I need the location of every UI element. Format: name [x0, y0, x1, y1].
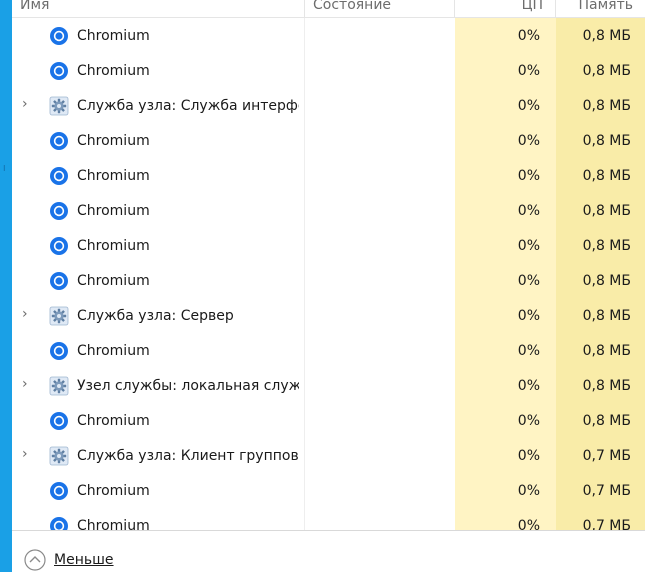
background-window-accent: ⁝	[0, 0, 12, 572]
memory-value: 0,8 МБ	[582, 378, 631, 394]
process-name: Служба узла: Сервер	[77, 308, 234, 324]
chevron-up-circle-icon	[24, 549, 46, 571]
process-name: Chromium	[77, 133, 150, 149]
process-name: Chromium	[77, 63, 150, 79]
chromium-icon	[49, 411, 69, 431]
memory-value: 0,8 МБ	[582, 28, 631, 44]
memory-value: 0,8 МБ	[582, 238, 631, 254]
cpu-value: 0%	[517, 343, 540, 359]
expand-chevron-icon[interactable]: ›	[22, 447, 34, 461]
memory-value: 0,8 МБ	[582, 308, 631, 324]
fewer-details-button[interactable]: Меньше	[24, 549, 114, 571]
chromium-icon	[49, 61, 69, 81]
cpu-value: 0%	[517, 28, 540, 44]
table-row[interactable]: Chromium 0% 0,7 МБ	[12, 473, 645, 508]
chromium-icon	[49, 201, 69, 221]
footer: Меньше	[12, 531, 645, 572]
gear-icon	[49, 446, 69, 466]
table-row[interactable]: › Служба узла: Сервер 0% 0,8 МБ	[12, 298, 645, 333]
chromium-icon	[49, 166, 69, 186]
cpu-value: 0%	[517, 98, 540, 114]
accent-dots: ⁝	[3, 164, 6, 173]
process-name: Chromium	[77, 238, 150, 254]
process-name: Chromium	[77, 483, 150, 499]
column-header-cpu[interactable]: ЦП	[483, 0, 543, 16]
table-row[interactable]: › Узел службы: локальная служ... 0% 0,8 МБ	[12, 368, 645, 403]
process-name: Chromium	[77, 168, 150, 184]
table-row[interactable]: Chromium 0% 0,8 МБ	[12, 403, 645, 438]
memory-value: 0,8 МБ	[582, 98, 631, 114]
table-row[interactable]: › Служба узла: Клиент группово... 0% 0,7 М…	[12, 438, 645, 473]
column-header-memory[interactable]: Память	[543, 0, 634, 16]
chromium-icon	[49, 131, 69, 151]
process-name: Служба узла: Служба интерфе...	[77, 98, 299, 114]
column-header-name[interactable]: Имя	[20, 0, 49, 16]
process-name: Chromium	[77, 273, 150, 289]
process-rows: Chromium 0% 0,8 МБ Chromium 0% 0,8 МБ › Служб…	[12, 18, 645, 531]
column-header-status[interactable]: Состояние	[313, 0, 391, 16]
process-name: Chromium	[77, 28, 150, 44]
table-header: Имя Состояние ЦП Память	[12, 0, 645, 18]
memory-value: 0,7 МБ	[582, 448, 631, 464]
table-row[interactable]: Chromium 0% 0,8 МБ	[12, 123, 645, 158]
gear-icon	[49, 306, 69, 326]
memory-value: 0,8 МБ	[582, 273, 631, 289]
process-name: Узел службы: локальная служ...	[77, 378, 299, 394]
cpu-value: 0%	[517, 308, 540, 324]
process-name: Chromium	[77, 203, 150, 219]
memory-value: 0,8 МБ	[582, 413, 631, 429]
table-row[interactable]: Chromium 0% 0,8 МБ	[12, 263, 645, 298]
process-name: Служба узла: Клиент группово...	[77, 448, 299, 464]
chromium-icon	[49, 516, 69, 530]
chromium-icon	[49, 341, 69, 361]
gear-icon	[49, 376, 69, 396]
process-name: Chromium	[77, 518, 150, 531]
cpu-value: 0%	[517, 63, 540, 79]
chromium-icon	[49, 236, 69, 256]
header-divider[interactable]	[555, 0, 556, 17]
table-row[interactable]: Chromium 0% 0,8 МБ	[12, 18, 645, 53]
memory-value: 0,8 МБ	[582, 63, 631, 79]
memory-value: 0,8 МБ	[582, 203, 631, 219]
table-row[interactable]: Chromium 0% 0,8 МБ	[12, 193, 645, 228]
expand-chevron-icon[interactable]: ›	[22, 307, 34, 321]
cpu-value: 0%	[517, 273, 540, 289]
table-row[interactable]: Chromium 0% 0,8 МБ	[12, 53, 645, 88]
cpu-value: 0%	[517, 483, 540, 499]
cpu-value: 0%	[517, 413, 540, 429]
process-name: Chromium	[77, 413, 150, 429]
process-table: Имя Состояние ЦП Память Chromium 0% 0,8 МБ…	[12, 0, 645, 531]
cpu-value: 0%	[517, 448, 540, 464]
expand-chevron-icon[interactable]: ›	[22, 97, 34, 111]
cpu-value: 0%	[517, 518, 540, 531]
memory-value: 0,7 МБ	[582, 518, 631, 531]
process-name: Chromium	[77, 343, 150, 359]
chromium-icon	[49, 271, 69, 291]
expand-chevron-icon[interactable]: ›	[22, 377, 34, 391]
table-row[interactable]: Chromium 0% 0,8 МБ	[12, 333, 645, 368]
table-row[interactable]: Chromium 0% 0,8 МБ	[12, 158, 645, 193]
cpu-value: 0%	[517, 378, 540, 394]
cpu-value: 0%	[517, 168, 540, 184]
table-row[interactable]: Chromium 0% 0,8 МБ	[12, 228, 645, 263]
cpu-value: 0%	[517, 133, 540, 149]
memory-value: 0,7 МБ	[582, 483, 631, 499]
fewer-details-label: Меньше	[54, 552, 114, 568]
chromium-icon	[49, 481, 69, 501]
gear-icon	[49, 96, 69, 116]
table-row[interactable]: Chromium 0% 0,7 МБ	[12, 508, 645, 531]
memory-value: 0,8 МБ	[582, 343, 631, 359]
header-divider[interactable]	[304, 0, 305, 17]
table-row[interactable]: › Служба узла: Служба интерфе... 0% 0,8 МБ	[12, 88, 645, 123]
cpu-value: 0%	[517, 203, 540, 219]
cpu-value: 0%	[517, 238, 540, 254]
header-divider[interactable]	[454, 0, 455, 17]
memory-value: 0,8 МБ	[582, 168, 631, 184]
memory-value: 0,8 МБ	[582, 133, 631, 149]
chromium-icon	[49, 26, 69, 46]
task-manager-window: Имя Состояние ЦП Память Chromium 0% 0,8 МБ…	[12, 0, 645, 572]
